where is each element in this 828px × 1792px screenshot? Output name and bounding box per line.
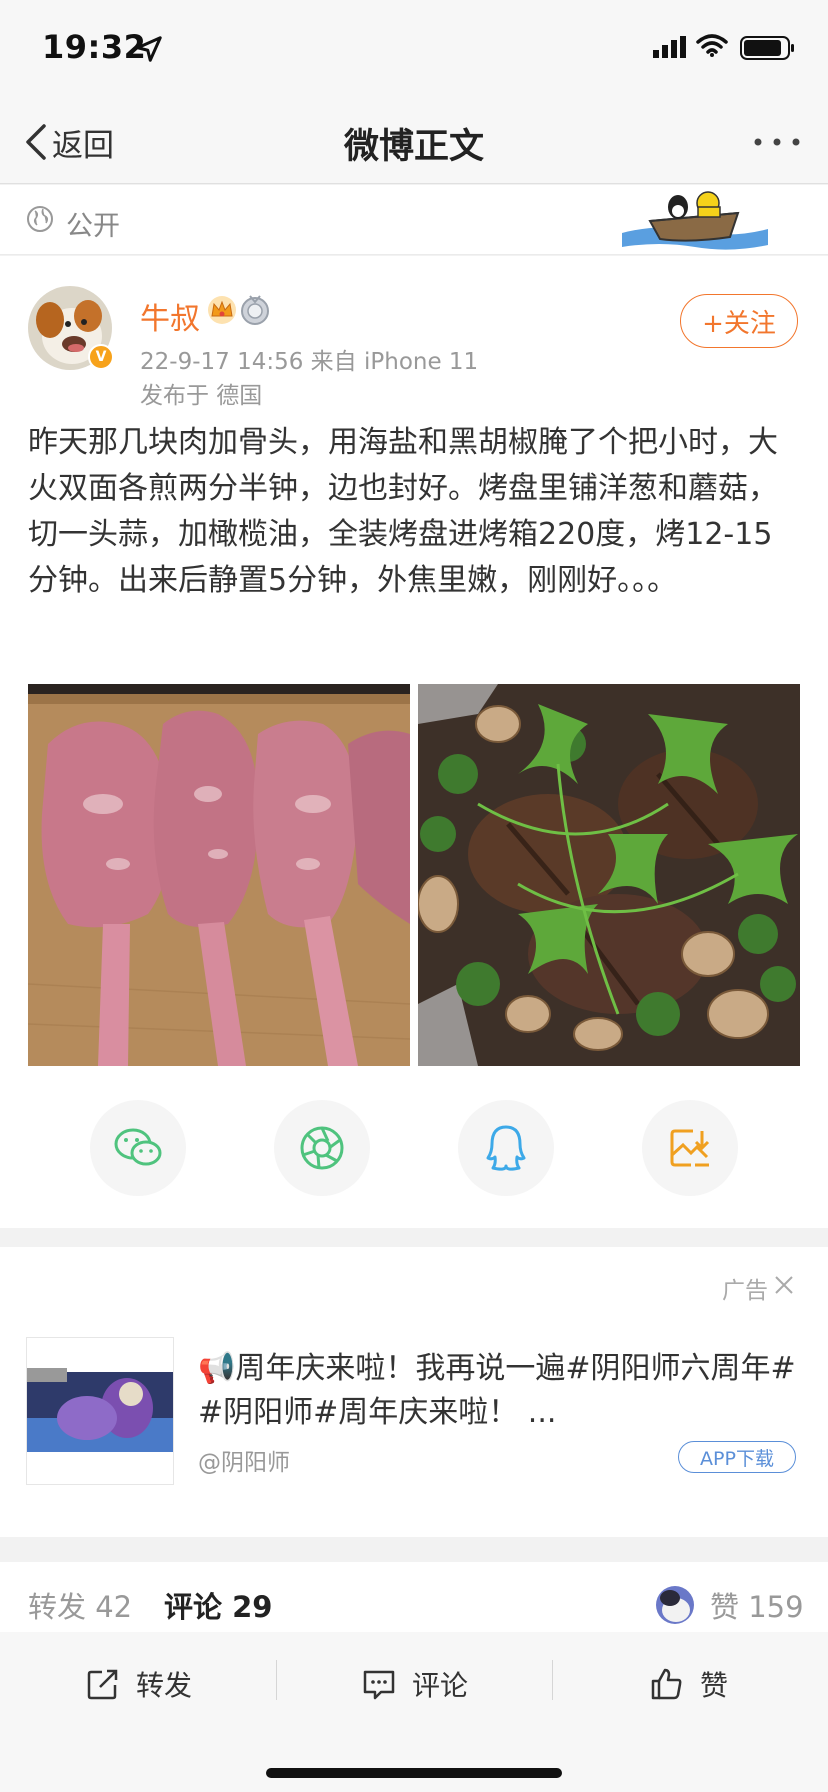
visibility-label: 公开 [66, 211, 120, 242]
post-timestamp-source: 22-9-17 14:56 来自 iPhone 11 [140, 349, 479, 375]
comment-label: 评论 [412, 1669, 469, 1702]
liker-avatar-image [656, 1586, 694, 1624]
thumbs-up-icon [651, 1668, 682, 1700]
post-text: 昨天那几块肉加骨头，用海盐和黑胡椒腌了个把小时，大火双面各煎两分半钟，边也封好。… [28, 425, 778, 598]
ad-game-image [27, 1338, 173, 1484]
medal-icon [241, 295, 269, 325]
qq-icon [486, 1125, 526, 1171]
grilled-steak-photo [418, 684, 800, 1066]
ad-card[interactable]: 广告 📢周年庆来啦！我再说一遍#阴阳师六周年# #阴阳师#周年庆来啦！ ... … [0, 1247, 828, 1537]
verified-badge-icon: V [88, 344, 114, 370]
moments-icon [300, 1126, 344, 1170]
post-location: 发布于 德国 [140, 383, 263, 409]
cellular-signal-icon [653, 36, 686, 58]
liker-avatar [656, 1586, 694, 1624]
share-moments-button[interactable] [274, 1100, 370, 1196]
globe-icon [27, 206, 53, 232]
app-download-button[interactable]: APP下载 [678, 1441, 796, 1473]
follow-button[interactable]: +关注 [680, 294, 798, 348]
like-button[interactable]: 赞 [650, 1662, 728, 1706]
status-time: 19:32 [42, 28, 147, 66]
username[interactable]: 牛叔 [140, 294, 200, 338]
more-options-icon[interactable] [752, 136, 802, 148]
post-image-grilled-steak[interactable] [418, 684, 800, 1066]
comment-button[interactable]: 评论 [362, 1662, 468, 1706]
visibility-bar: 公开 [0, 185, 828, 255]
repost-count-tab[interactable]: 转发 42 [28, 1584, 132, 1626]
ad-label: 广告 [722, 1278, 768, 1304]
wechat-icon [114, 1128, 162, 1166]
location-arrow-icon [136, 36, 162, 62]
crown-icon [208, 296, 236, 324]
share-qq-button[interactable] [458, 1100, 554, 1196]
post-image-raw-steaks[interactable] [28, 684, 410, 1066]
share-wechat-button[interactable] [90, 1100, 186, 1196]
status-bar: 19:32 [0, 0, 828, 100]
comment-count-tab[interactable]: 评论 29 [164, 1584, 272, 1626]
repost-icon [87, 1669, 118, 1700]
comment-icon [363, 1670, 395, 1700]
repost-button[interactable]: 转发 [86, 1662, 192, 1706]
battery-icon [740, 36, 794, 60]
like-label: 赞 [700, 1669, 729, 1702]
ad-text: 📢周年庆来啦！我再说一遍#阴阳师六周年# #阴阳师#周年庆来啦！ ... [198, 1351, 796, 1430]
ad-source[interactable]: @阴阳师 [198, 1443, 290, 1477]
ad-thumbnail[interactable] [26, 1337, 174, 1485]
raw-steak-photo [28, 684, 410, 1066]
save-image-icon [670, 1129, 710, 1167]
wifi-icon [696, 34, 728, 57]
page-title: 微博正文 [343, 127, 484, 167]
divider [552, 1660, 553, 1700]
close-icon[interactable] [774, 1275, 794, 1295]
like-count-tab[interactable]: 赞 159 [710, 1584, 804, 1626]
bottom-action-bar: 转发 评论 赞 [0, 1632, 828, 1792]
boat-illustration [622, 191, 768, 250]
home-indicator[interactable] [266, 1768, 562, 1778]
nav-bar: 返回 微博正文 [0, 100, 828, 184]
repost-label: 转发 [136, 1669, 193, 1702]
post-card: V 牛叔 22-9-17 14:56 来自 iPhone 11 发布于 德国 +… [0, 256, 828, 1228]
save-image-button[interactable] [642, 1100, 738, 1196]
divider [276, 1660, 277, 1700]
